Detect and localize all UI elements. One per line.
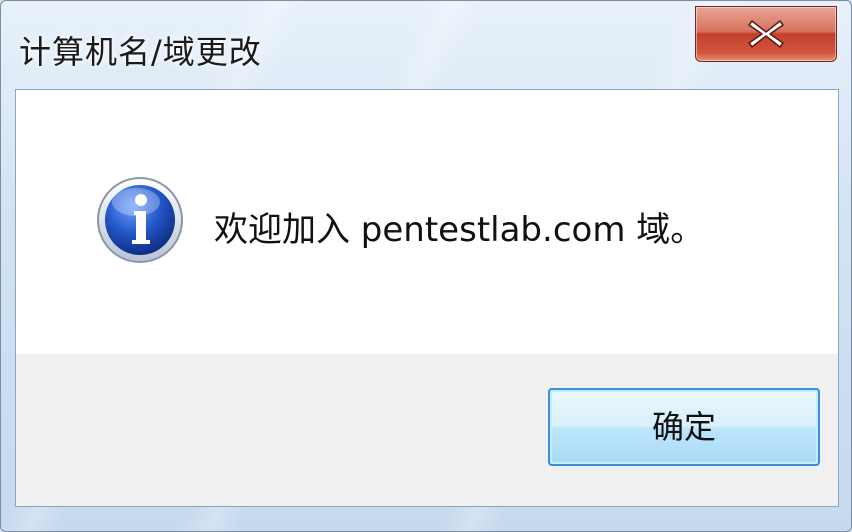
- title-bar[interactable]: 计算机名/域更改: [1, 1, 851, 89]
- dialog-window: 计算机名/域更改 欢迎加入 pentestlab.com 域。 确定: [0, 0, 852, 532]
- ok-button[interactable]: 确定: [548, 388, 820, 466]
- dialog-client-area: 欢迎加入 pentestlab.com 域。 确定: [15, 89, 839, 507]
- close-icon: [748, 20, 784, 48]
- message-panel: 欢迎加入 pentestlab.com 域。: [16, 90, 838, 354]
- window-title: 计算机名/域更改: [19, 33, 262, 71]
- information-icon: [97, 177, 183, 263]
- close-button[interactable]: [695, 6, 837, 62]
- ok-button-label: 确定: [651, 408, 716, 446]
- message-text: 欢迎加入 pentestlab.com 域。: [214, 210, 705, 250]
- button-panel: 确定: [16, 354, 838, 506]
